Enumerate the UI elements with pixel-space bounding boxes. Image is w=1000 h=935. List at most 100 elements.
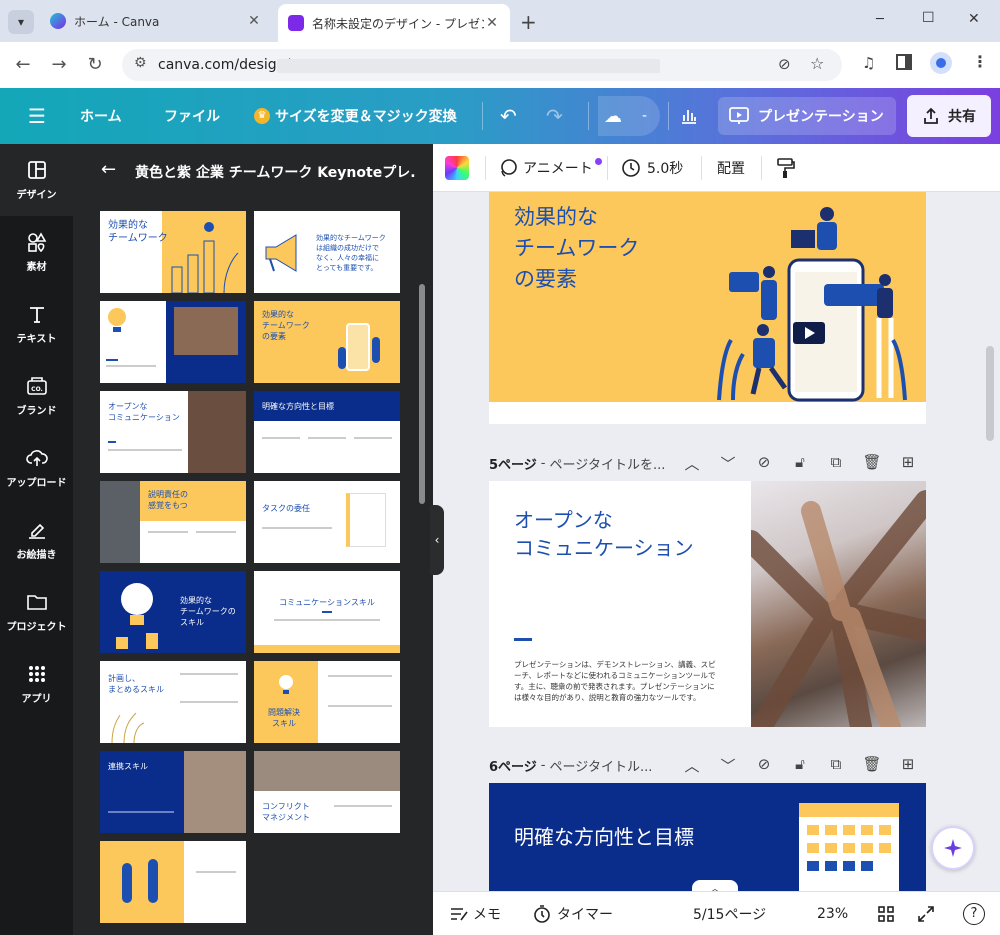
template-thumb-6[interactable]: 明確な方向性と目標 xyxy=(254,391,400,473)
profile-avatar[interactable] xyxy=(930,52,952,74)
share-button[interactable]: 共有 xyxy=(907,95,991,137)
template-thumb-7[interactable]: 説明責任の 感覚をもつ xyxy=(100,481,246,563)
template-thumb-8[interactable]: タスクの委任 xyxy=(254,481,400,563)
rail-item-apps[interactable]: アプリ xyxy=(0,648,73,720)
chevron-up-icon[interactable]: ︿ xyxy=(674,755,710,776)
page-title-input[interactable]: ページタイトルを... xyxy=(550,454,666,473)
template-thumb-4[interactable]: 効果的な チームワーク の要素 xyxy=(254,301,400,383)
media-icon[interactable]: ♫ xyxy=(862,54,875,72)
template-thumb-13[interactable]: 連携スキル xyxy=(100,751,246,833)
header-divider xyxy=(482,102,483,130)
thumb-title: コンフリクト マネジメント xyxy=(262,802,310,822)
home-button[interactable]: ホーム xyxy=(80,88,122,144)
template-thumb-3[interactable] xyxy=(100,301,246,383)
present-button[interactable]: プレゼンテーション xyxy=(718,97,896,135)
back-arrow-icon[interactable]: ← xyxy=(101,159,116,180)
chevron-down-icon[interactable]: ﹀ xyxy=(710,453,746,474)
hide-eye-icon[interactable]: ⊘ xyxy=(746,453,782,474)
template-thumb-15[interactable] xyxy=(100,841,246,923)
close-tab-icon[interactable]: ✕ xyxy=(484,15,500,31)
back-icon[interactable]: ← xyxy=(12,54,34,76)
cloud-save-icon[interactable]: ☁ - xyxy=(598,96,660,136)
page-title-input[interactable]: ページタイトル... xyxy=(550,756,653,775)
rail-label: テキスト xyxy=(16,334,57,345)
trash-icon[interactable]: 🗑︎ xyxy=(854,453,890,474)
template-thumb-1[interactable]: 効果的な チームワーク xyxy=(100,211,246,293)
eye-off-icon[interactable]: ⊘ xyxy=(778,55,791,73)
rail-label: 素材 xyxy=(26,262,47,273)
maximize-button[interactable]: ☐ xyxy=(922,10,935,26)
duplicate-icon[interactable]: ⧉ xyxy=(818,755,854,776)
thumb-title: 明確な方向性と目標 xyxy=(262,402,334,411)
magic-assistant-button[interactable] xyxy=(931,826,975,870)
position-button[interactable]: 配置 xyxy=(717,144,745,192)
rail-item-text[interactable]: テキスト xyxy=(0,288,73,360)
duration-button[interactable]: 5.0秒 xyxy=(621,144,683,192)
lock-icon[interactable]: 🔓︎ xyxy=(782,453,818,474)
duplicate-icon[interactable]: ⧉ xyxy=(818,453,854,474)
editor-scrollbar[interactable] xyxy=(986,346,994,441)
slide-5[interactable]: オープンな コミュニケーション プレゼンテーションは、デモンストレーション、講義… xyxy=(489,481,926,727)
collapse-panel-button[interactable]: ‹ xyxy=(430,505,444,575)
color-picker-button[interactable] xyxy=(445,144,469,192)
rail-item-upload[interactable]: アップロード xyxy=(0,432,73,504)
browser-tab-bar: ▾ ホーム - Canva ✕ 名称未設定のデザイン - プレゼンテ ✕ + ─… xyxy=(0,0,1000,42)
animate-button[interactable]: アニメート xyxy=(497,144,602,192)
grid-view-icon[interactable] xyxy=(877,892,895,935)
rail-label: プロジェクト xyxy=(6,622,67,633)
paint-roller-icon[interactable] xyxy=(775,144,795,192)
url-field[interactable]: ⚙ canva.com/design/ ⊘ ☆ xyxy=(122,49,842,81)
file-menu-button[interactable]: ファイル xyxy=(164,88,220,144)
minimize-button[interactable]: ─ xyxy=(876,12,884,27)
timer-button[interactable]: タイマー xyxy=(533,892,613,935)
template-thumb-2[interactable]: 効果的なチームワーク は組織の成功だけで なく、人々の幸福に とっても重要です。 xyxy=(254,211,400,293)
fullscreen-icon[interactable] xyxy=(917,892,935,935)
add-page-icon[interactable]: ⊞ xyxy=(890,755,926,776)
side-panel-icon[interactable] xyxy=(896,54,912,70)
browser-menu-icon[interactable]: ⋮ xyxy=(972,52,988,71)
insights-chart-icon[interactable] xyxy=(680,88,698,144)
panel-scrollbar[interactable] xyxy=(419,284,425,504)
rail-item-projects[interactable]: プロジェクト xyxy=(0,576,73,648)
redo-icon[interactable]: ↷ xyxy=(546,88,563,144)
slide-6[interactable]: 明確な方向性と目標 xyxy=(489,783,926,891)
main-menu-icon[interactable]: ☰ xyxy=(28,88,46,144)
page-counter[interactable]: 5/15ページ xyxy=(693,892,766,935)
undo-icon[interactable]: ↶ xyxy=(500,88,517,144)
notes-button[interactable]: メモ xyxy=(449,892,501,935)
add-page-icon[interactable]: ⊞ xyxy=(890,453,926,474)
tab-home[interactable]: ホーム - Canva ✕ xyxy=(40,6,272,36)
zoom-level[interactable]: 23% xyxy=(817,892,848,935)
help-icon: ? xyxy=(963,903,985,925)
close-tab-icon[interactable]: ✕ xyxy=(246,13,262,29)
lock-icon[interactable]: 🔓︎ xyxy=(782,755,818,776)
bulb-icon xyxy=(279,675,293,694)
resize-magic-button[interactable]: ♛ サイズを変更＆マジック変換 xyxy=(254,88,457,144)
help-button[interactable]: ? xyxy=(963,892,985,935)
template-thumb-10[interactable]: コミュニケーションスキル xyxy=(254,571,400,653)
close-window-button[interactable]: ✕ xyxy=(968,11,980,27)
tab-design[interactable]: 名称未設定のデザイン - プレゼンテ ✕ xyxy=(278,4,510,42)
template-thumb-9[interactable]: 効果的な チームワークの スキル xyxy=(100,571,246,653)
template-thumb-5[interactable]: オープンな コミュニケーション xyxy=(100,391,246,473)
rail-item-design[interactable]: デザイン xyxy=(0,144,73,216)
new-tab-button[interactable]: + xyxy=(520,10,537,34)
slide-4[interactable]: 効果的な チームワーク の要素 xyxy=(489,192,926,424)
bookmark-star-icon[interactable]: ☆ xyxy=(810,54,824,73)
tab-search-icon[interactable]: ▾ xyxy=(8,10,34,34)
color-palette-icon xyxy=(445,156,469,180)
rail-item-draw[interactable]: お絵描き xyxy=(0,504,73,576)
template-thumb-14[interactable]: コンフリクト マネジメント xyxy=(254,751,400,833)
hide-eye-icon[interactable]: ⊘ xyxy=(746,755,782,776)
chevron-up-icon[interactable]: ︿ xyxy=(674,453,710,474)
reload-icon[interactable]: ↻ xyxy=(84,54,106,76)
trash-icon[interactable]: 🗑︎ xyxy=(854,755,890,776)
clock-icon xyxy=(622,159,640,177)
chevron-down-icon[interactable]: ﹀ xyxy=(710,755,746,776)
template-thumb-12[interactable]: 問題解決 スキル xyxy=(254,661,400,743)
rail-item-elements[interactable]: 素材 xyxy=(0,216,73,288)
rail-item-brand[interactable]: CO. ブランド xyxy=(0,360,73,432)
site-info-icon[interactable]: ⚙ xyxy=(134,55,147,71)
template-thumb-11[interactable]: 計画し、 まとめるスキル xyxy=(100,661,246,743)
forward-icon[interactable]: → xyxy=(48,54,70,76)
